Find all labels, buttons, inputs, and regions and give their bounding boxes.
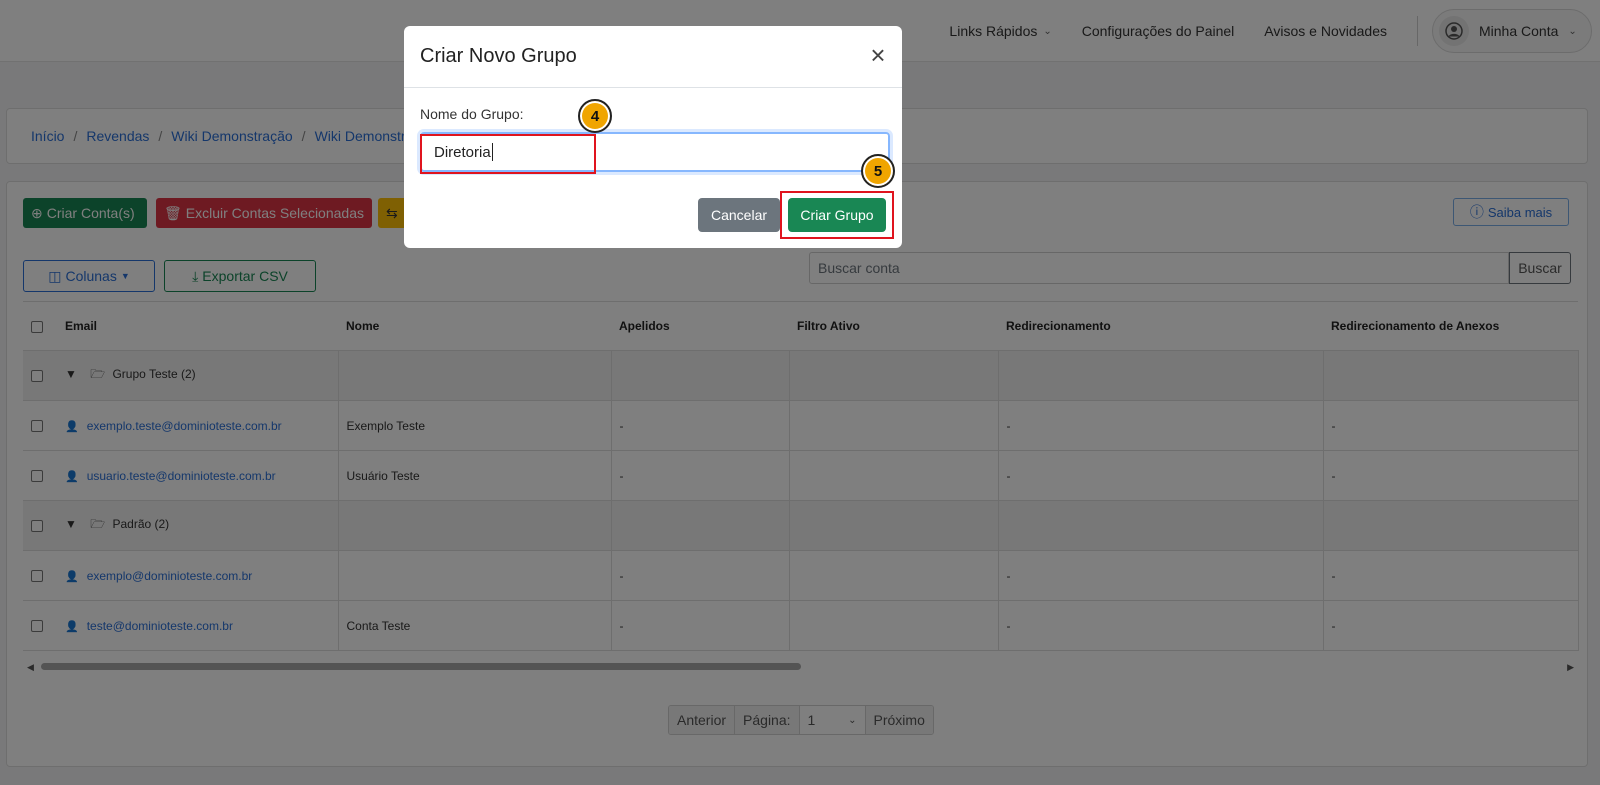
step-badge-5: 5: [861, 154, 895, 188]
input-highlight-box: [420, 134, 596, 174]
group-name-label: Nome do Grupo:: [420, 106, 524, 122]
create-group-modal: Criar Novo Grupo × Nome do Grupo: Direto…: [404, 26, 902, 248]
modal-title: Criar Novo Grupo: [420, 45, 577, 67]
modal-header: Criar Novo Grupo: [404, 26, 902, 88]
close-icon[interactable]: ×: [866, 42, 890, 68]
create-button-highlight-box: [780, 191, 894, 239]
cancel-button[interactable]: Cancelar: [698, 198, 780, 232]
step-badge-4: 4: [578, 99, 612, 133]
